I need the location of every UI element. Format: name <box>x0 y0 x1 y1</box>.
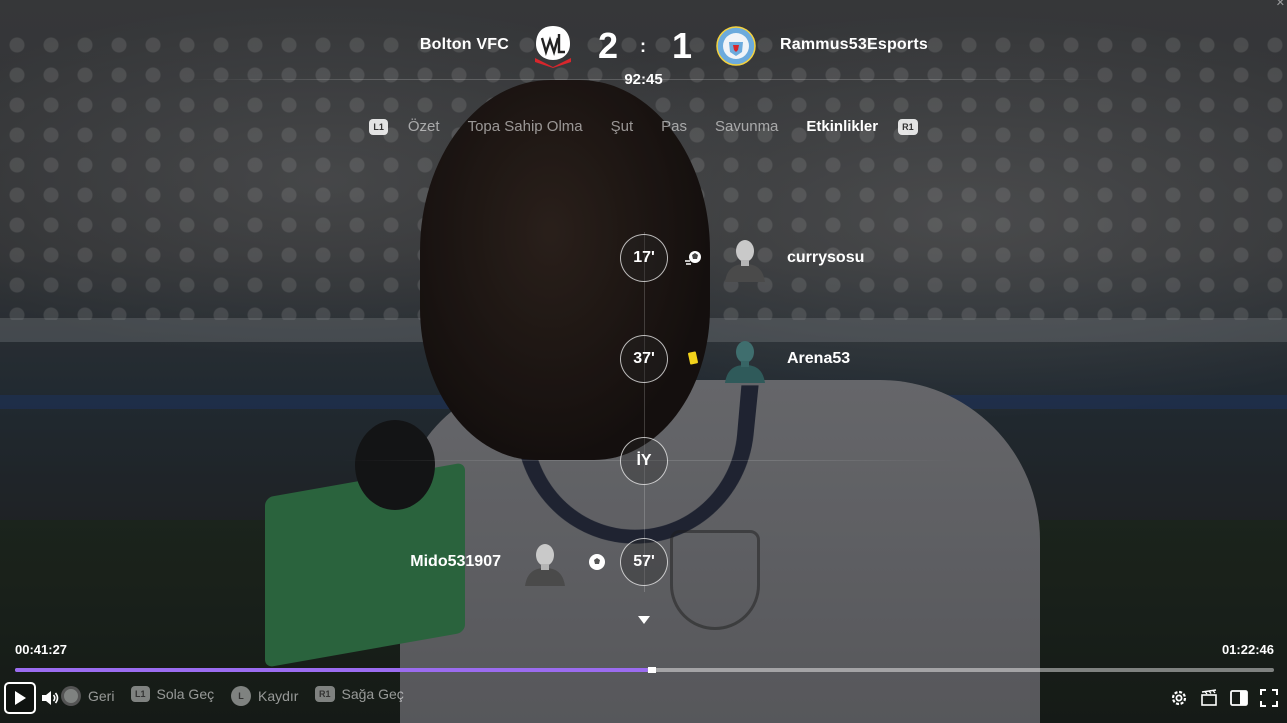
prev-hint-label: Sola Geç <box>156 686 215 702</box>
tab-passing[interactable]: Pas <box>661 118 687 135</box>
volume-icon[interactable] <box>40 688 60 708</box>
tab-summary[interactable]: Özet <box>408 118 440 135</box>
event-minute[interactable]: 37' <box>620 335 668 383</box>
event-minute[interactable]: 17' <box>620 234 668 282</box>
next-hint[interactable]: R1 Sağa Geç <box>315 686 404 702</box>
header-divider <box>185 79 1103 80</box>
man-city-crest-icon <box>716 26 756 66</box>
tab-events[interactable]: Etkinlikler <box>806 118 878 135</box>
progress-handle[interactable] <box>648 667 657 673</box>
left-stick-icon: L <box>231 686 251 706</box>
theater-mode-icon[interactable] <box>1229 688 1249 708</box>
l1-button-icon: L1 <box>131 686 150 702</box>
fullscreen-icon[interactable] <box>1259 688 1279 708</box>
scroll-hint[interactable]: L Kaydır <box>231 686 298 706</box>
stats-tabs: L1 Özet Topa Sahip Olma Şut Pas Savunma … <box>0 118 1287 135</box>
back-hint[interactable]: Geri <box>61 686 114 706</box>
total-duration: 01:22:46 <box>1221 642 1274 657</box>
player-avatar <box>725 240 765 282</box>
event-player-name: currysosu <box>787 249 865 266</box>
play-button[interactable] <box>4 682 36 714</box>
settings-gear-icon[interactable] <box>1169 688 1189 708</box>
home-score: 2 <box>598 25 619 66</box>
assist-icon <box>685 251 701 265</box>
back-hint-label: Geri <box>88 688 115 704</box>
r1-button-icon[interactable]: R1 <box>898 118 918 135</box>
event-player-name: Arena53 <box>787 350 851 367</box>
home-team-name: Bolton VFC <box>419 36 509 53</box>
score-separator: : <box>640 36 646 56</box>
elapsed-time: 00:41:27 <box>15 642 68 657</box>
close-icon[interactable]: ✕ <box>1276 0 1285 9</box>
scroll-hint-label: Kaydır <box>258 688 299 704</box>
clip-icon[interactable] <box>1199 688 1219 708</box>
r1-button-icon: R1 <box>315 686 335 702</box>
prev-hint[interactable]: L1 Sola Geç <box>131 686 214 702</box>
yellow-card-icon <box>688 351 698 365</box>
player-avatar <box>525 544 565 586</box>
tab-possession[interactable]: Topa Sahip Olma <box>468 118 583 135</box>
scoreboard: Bolton VFC 2 : 1 Rammus53Esports <box>0 22 1287 72</box>
scroll-down-icon[interactable] <box>638 616 650 624</box>
goal-ball-icon <box>589 554 605 570</box>
bolton-crest-icon <box>535 26 571 68</box>
away-score: 1 <box>672 25 693 66</box>
video-progress-bar[interactable] <box>15 667 1274 673</box>
circle-button-icon <box>61 686 81 706</box>
play-icon <box>15 691 26 705</box>
next-hint-label: Sağa Geç <box>341 686 404 702</box>
tab-defense[interactable]: Savunma <box>715 118 778 135</box>
event-minute[interactable]: 57' <box>620 538 668 586</box>
halftime-marker: İY <box>620 437 668 485</box>
away-team-name: Rammus53Esports <box>780 36 928 53</box>
tab-shots[interactable]: Şut <box>611 118 634 135</box>
player-avatar <box>725 341 765 383</box>
progress-fill <box>15 668 649 672</box>
l1-button-icon[interactable]: L1 <box>369 118 388 135</box>
event-player-name: Mido531907 <box>410 553 501 570</box>
